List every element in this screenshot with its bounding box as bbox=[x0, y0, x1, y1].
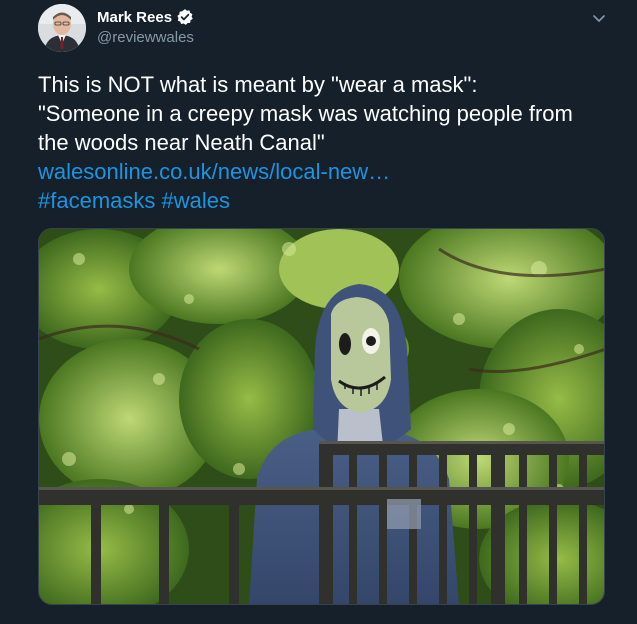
article-link[interactable]: walesonline.co.uk/news/local-new… bbox=[38, 157, 613, 186]
hashtag-wales[interactable]: #wales bbox=[162, 188, 230, 213]
tweet-text: This is NOT what is meant by "wear a mas… bbox=[38, 70, 613, 215]
author-handle[interactable]: @reviewwales bbox=[97, 29, 194, 46]
avatar[interactable] bbox=[38, 4, 86, 52]
author-name-row[interactable]: Mark Rees bbox=[97, 8, 194, 26]
tweet-text-line-1: This is NOT what is meant by "wear a mas… bbox=[38, 72, 478, 97]
photo-masked-person-in-woods bbox=[39, 229, 604, 604]
tweet[interactable]: Mark Rees @reviewwales This is NOT what … bbox=[0, 0, 637, 624]
verified-badge-icon bbox=[176, 8, 194, 26]
tweet-text-line-3: the woods near Neath Canal" bbox=[38, 130, 325, 155]
hashtag-facemasks[interactable]: #facemasks bbox=[38, 188, 155, 213]
display-name[interactable]: Mark Rees bbox=[97, 9, 172, 26]
tweet-text-line-2: "Someone in a creepy mask was watching p… bbox=[38, 101, 573, 126]
tweet-photo[interactable] bbox=[38, 228, 605, 605]
chevron-down-icon[interactable] bbox=[591, 10, 607, 26]
